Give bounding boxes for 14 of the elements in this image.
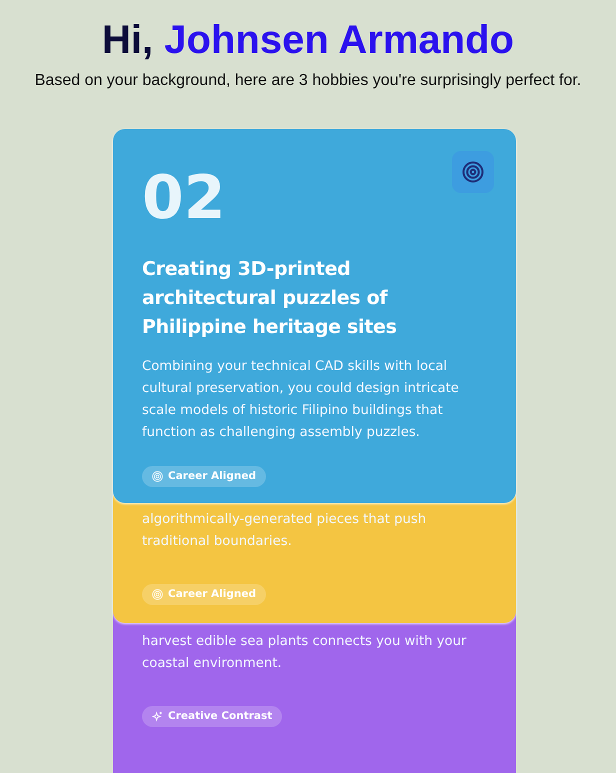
target-icon (152, 471, 163, 482)
subtitle: Based on your background, here are 3 hobbies you're surprisingly perfect for. (34, 71, 582, 91)
sparkle-icon (152, 711, 163, 722)
card-description: algorithmically-generated pieces that push traditional boundaries. (142, 511, 428, 551)
target-icon (152, 589, 163, 600)
category-badge: Creative Contrast (142, 706, 282, 727)
card-description: harvest edible sea plants connects you with your coastal environment. (142, 633, 468, 673)
card-title: Creating 3D-printed architectural puzzles of Philippine heritage sites (142, 257, 398, 340)
category-badge: Career Aligned (142, 466, 266, 487)
card-description: Combining your technical CAD skills with local cultural preservation, you could design intricate scale models of historic Filipino buildings that function as challenging assembly puzzles. (142, 358, 460, 442)
target-icon (452, 151, 494, 193)
card-number: 02 (142, 163, 226, 233)
category-badge: Career Aligned (142, 584, 266, 605)
greeting-heading: Hi, Johnsen Armando (101, 17, 515, 64)
